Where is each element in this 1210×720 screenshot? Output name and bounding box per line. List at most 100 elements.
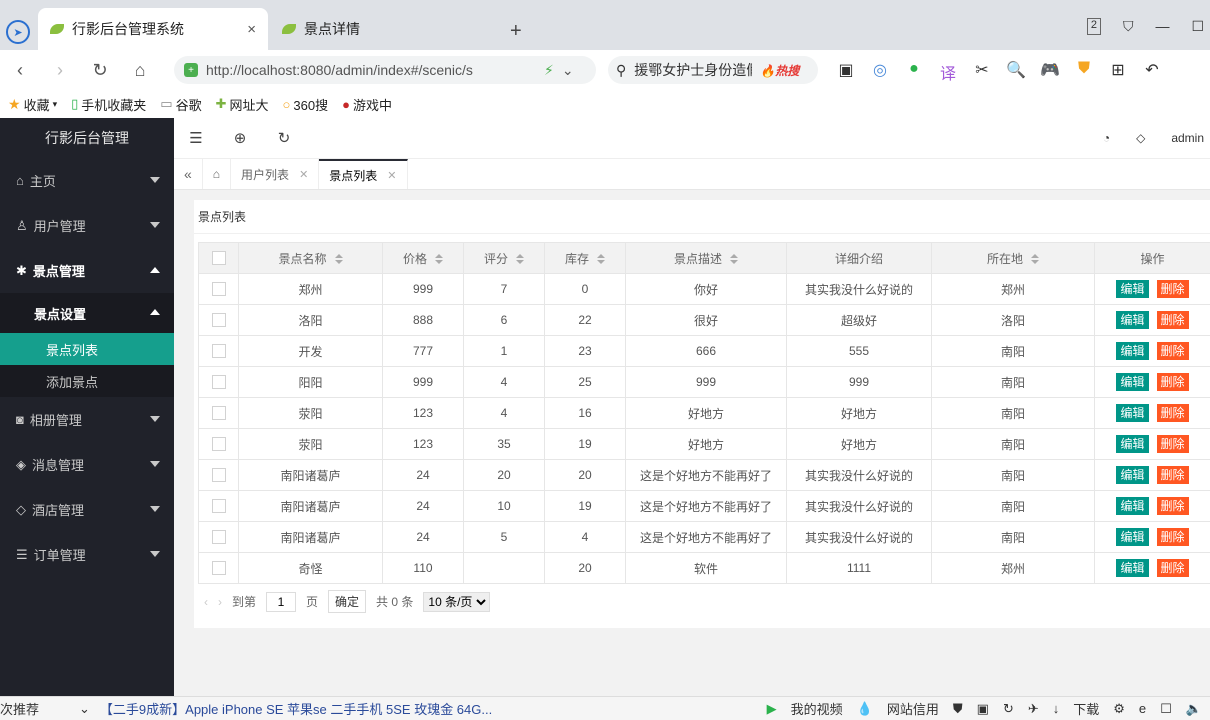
back-icon[interactable]: ‹ xyxy=(0,60,40,81)
tab-home[interactable]: ⌂ xyxy=(203,159,232,189)
next-page-icon[interactable]: › xyxy=(218,595,222,609)
status-news-link[interactable]: 【二手9成新】Apple iPhone SE 苹果se 二手手机 5SE 玫瑰金… xyxy=(100,699,492,718)
scissors-icon[interactable]: ✂ xyxy=(972,60,992,80)
column-header[interactable]: 评分 xyxy=(463,242,545,274)
row-checkbox[interactable] xyxy=(211,437,226,452)
browser-icon[interactable]: e xyxy=(1139,701,1146,716)
sort-icon[interactable] xyxy=(1031,254,1039,265)
page-input[interactable] xyxy=(266,591,297,612)
row-checkbox[interactable] xyxy=(211,344,226,359)
sort-icon[interactable] xyxy=(334,254,343,265)
row-checkbox[interactable] xyxy=(211,561,226,576)
reload-icon[interactable]: ↻ xyxy=(80,60,120,81)
bookmark-favorites[interactable]: ★ 收藏 ▾ xyxy=(8,95,57,114)
bookmark-360[interactable]: ○ 360搜 xyxy=(283,95,329,114)
row-checkbox[interactable] xyxy=(211,530,226,545)
edit-button[interactable]: 编辑 xyxy=(1116,528,1149,546)
confirm-page-button[interactable]: 确定 xyxy=(328,590,367,613)
delete-button[interactable]: 删除 xyxy=(1156,528,1189,546)
grid-icon[interactable]: ⊞ xyxy=(1108,60,1128,80)
column-header[interactable]: 价格 xyxy=(382,242,464,274)
bookmark-mobile[interactable]: ▯ 手机收藏夹 xyxy=(71,95,146,114)
delete-button[interactable]: 删除 xyxy=(1156,435,1189,453)
shirt-icon[interactable]: ⛉ xyxy=(1123,18,1134,35)
browser-tab-admin[interactable]: 行影后台管理系统 × xyxy=(38,8,268,50)
search-bar[interactable]: ⚲ 援鄂女护士身份造假 🔥热搜 xyxy=(608,56,818,84)
tab-scenic-list[interactable]: 景点列表 ✕ xyxy=(319,159,408,189)
green-extension-icon[interactable]: ● xyxy=(904,60,924,80)
delete-button[interactable]: 删除 xyxy=(1156,497,1189,515)
my-video-link[interactable]: 我的视频 xyxy=(791,699,843,718)
window-count-badge[interactable]: 2 xyxy=(1086,18,1101,35)
status-recommend[interactable]: 次推荐 xyxy=(0,699,39,718)
row-checkbox[interactable] xyxy=(211,313,226,328)
page-size-select[interactable]: 10 条/页 xyxy=(423,591,491,612)
row-checkbox[interactable] xyxy=(211,468,226,483)
url-field[interactable]: + http://localhost:8080/admin/index#/sce… xyxy=(174,56,596,84)
delete-button[interactable]: 删除 xyxy=(1156,342,1189,360)
image-icon[interactable]: ▣ xyxy=(977,701,989,717)
sidebar-item-messages[interactable]: ◈ 消息管理 xyxy=(0,442,174,487)
edit-button[interactable]: 编辑 xyxy=(1116,373,1149,391)
sidebar-item-scenic[interactable]: ✱ 景点管理 xyxy=(0,248,174,293)
sidebar-subitem-add-scenic[interactable]: 添加景点 xyxy=(0,365,174,397)
edit-button[interactable]: 编辑 xyxy=(1116,404,1149,422)
translate-icon[interactable]: ◎ xyxy=(870,60,890,80)
lightning-icon[interactable]: ⚡ xyxy=(544,62,554,79)
translate-extension-icon[interactable]: 译 xyxy=(938,60,958,83)
site-credit-link[interactable]: 网站信用 xyxy=(887,699,939,718)
tabs-scroll-left-icon[interactable]: « xyxy=(174,159,203,189)
row-checkbox[interactable] xyxy=(211,499,226,514)
browser-logo-icon[interactable]: ➤ xyxy=(6,20,30,44)
sidebar-item-orders[interactable]: ☰ 订单管理 xyxy=(0,532,174,577)
plane-icon[interactable]: ✈ xyxy=(1028,701,1039,717)
bookmark-google[interactable]: ▭ 谷歌 xyxy=(160,95,201,114)
column-header[interactable]: 所在地 xyxy=(931,242,1095,274)
sidebar-subitem-scenic-list[interactable]: 景点列表 xyxy=(0,333,174,365)
sidebar-item-users[interactable]: ♙ 用户管理 xyxy=(0,203,174,248)
edit-button[interactable]: 编辑 xyxy=(1116,342,1149,360)
select-all-checkbox[interactable] xyxy=(211,251,226,266)
forward-icon[interactable]: › xyxy=(40,60,80,81)
row-checkbox[interactable] xyxy=(211,406,226,421)
new-tab-button[interactable]: + xyxy=(510,20,522,43)
browser-tab-scenic[interactable]: 景点详情 xyxy=(270,8,500,50)
shield-icon[interactable]: ⛊ xyxy=(953,701,963,717)
close-icon[interactable]: ✕ xyxy=(387,169,396,182)
column-header[interactable]: 景点名称 xyxy=(238,242,383,274)
column-header[interactable]: 景点描述 xyxy=(625,242,787,274)
prev-page-icon[interactable]: ‹ xyxy=(204,595,208,609)
delete-button[interactable]: 删除 xyxy=(1156,373,1189,391)
admin-user[interactable]: admin xyxy=(1171,131,1204,145)
sound-icon[interactable]: 🔈 xyxy=(1186,701,1202,717)
settings-icon[interactable]: ⚙ xyxy=(1113,701,1125,717)
delete-button[interactable]: 删除 xyxy=(1156,559,1189,577)
delete-button[interactable]: 删除 xyxy=(1156,311,1189,329)
sidebar-subitem-scenic-settings[interactable]: 景点设置 xyxy=(0,293,174,333)
row-checkbox[interactable] xyxy=(211,282,226,297)
shield-extension-icon[interactable]: ⛊ xyxy=(1074,60,1094,80)
theme-icon[interactable]: ◔ xyxy=(1103,131,1110,145)
sidebar-item-album[interactable]: ◙ 相册管理 xyxy=(0,397,174,442)
edit-button[interactable]: 编辑 xyxy=(1116,311,1149,329)
delete-button[interactable]: 删除 xyxy=(1156,404,1189,422)
minimize-icon[interactable]: — xyxy=(1155,18,1169,35)
delete-button[interactable]: 删除 xyxy=(1156,466,1189,484)
sidebar-item-hotels[interactable]: ◇ 酒店管理 xyxy=(0,487,174,532)
chevron-down-icon[interactable]: ⌄ xyxy=(79,701,90,717)
sort-icon[interactable] xyxy=(516,254,524,265)
tag-icon[interactable]: ◇ xyxy=(1136,131,1145,145)
edit-button[interactable]: 编辑 xyxy=(1116,466,1149,484)
gamepad-icon[interactable]: 🎮 xyxy=(1040,60,1060,80)
undo-icon[interactable]: ↶ xyxy=(1142,60,1162,80)
edit-button[interactable]: 编辑 xyxy=(1116,559,1149,577)
maximize-icon[interactable]: ☐ xyxy=(1191,18,1204,35)
edit-button[interactable]: 编辑 xyxy=(1116,497,1149,515)
window-icon[interactable]: ☐ xyxy=(1160,701,1172,717)
collapse-menu-icon[interactable]: ☰ xyxy=(174,129,218,147)
refresh-icon[interactable]: ↻ xyxy=(1003,701,1014,717)
sort-icon[interactable] xyxy=(435,254,443,265)
edit-button[interactable]: 编辑 xyxy=(1116,435,1149,453)
bookmark-sites[interactable]: ✚ 网址大 xyxy=(216,95,269,114)
sort-icon[interactable] xyxy=(597,254,605,265)
